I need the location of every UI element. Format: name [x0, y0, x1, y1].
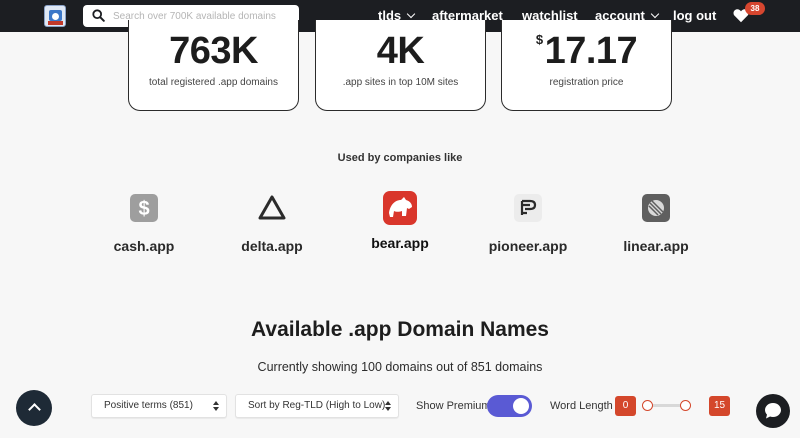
company-cash-app[interactable]: $ cash.app	[89, 193, 199, 254]
select-arrows-icon	[385, 401, 391, 412]
stat-card-top-sites: 4K .app sites in top 10M sites	[315, 20, 486, 111]
cash-app-icon: $	[130, 194, 158, 222]
stat-card-price: $17.17 registration price	[501, 20, 672, 111]
chevron-down-icon	[406, 9, 416, 19]
favorites-count-badge: 38	[745, 2, 765, 15]
currency-symbol: $	[535, 32, 543, 47]
company-delta-app[interactable]: delta.app	[217, 193, 327, 254]
company-name: pioneer.app	[488, 238, 568, 254]
chevron-down-icon	[650, 9, 660, 19]
svg-text:$: $	[138, 198, 149, 220]
terms-select-value: Positive terms (851)	[104, 400, 193, 411]
word-length-max: 15	[709, 396, 730, 416]
scroll-to-top-button[interactable]	[16, 390, 52, 426]
stat-value-wrapper: $17.17	[502, 30, 671, 73]
show-premium-label: Show Premium	[416, 400, 491, 412]
stat-value: 763K	[169, 30, 258, 72]
company-linear-app[interactable]: linear.app	[601, 193, 711, 254]
company-name: delta.app	[241, 238, 303, 254]
site-logo[interactable]	[44, 5, 66, 27]
company-pioneer-app[interactable]: pioneer.app	[473, 193, 583, 254]
word-length-min-handle[interactable]	[642, 400, 653, 411]
word-length-max-handle[interactable]	[680, 400, 691, 411]
sort-select-value: Sort by Reg-TLD (High to Low)	[248, 400, 386, 411]
toggle-knob	[513, 398, 529, 414]
bear-app-icon	[383, 191, 417, 225]
stat-label: total registered .app domains	[149, 77, 278, 88]
listing-title: Available .app Domain Names	[251, 318, 549, 341]
chat-bubble-icon	[765, 403, 781, 419]
select-arrows-icon	[213, 401, 219, 412]
company-name: cash.app	[113, 238, 175, 254]
company-name: bear.app	[371, 235, 429, 251]
company-bear-app[interactable]: bear.app	[345, 191, 455, 251]
stat-card-registered: 763K total registered .app domains	[128, 20, 299, 111]
word-length-label: Word Length	[550, 400, 613, 412]
stat-value: 17.17	[544, 30, 638, 72]
stat-label: registration price	[549, 77, 624, 88]
sort-select[interactable]: Sort by Reg-TLD (High to Low)	[235, 394, 399, 418]
pioneer-app-icon	[514, 194, 542, 222]
linear-app-icon	[642, 194, 670, 222]
stat-value: 4K	[376, 30, 425, 72]
delta-app-icon	[258, 195, 286, 220]
listing-subtitle: Currently showing 100 domains out of 851…	[257, 360, 543, 374]
company-name: linear.app	[623, 238, 689, 254]
stat-label: .app sites in top 10M sites	[342, 77, 459, 88]
used-by-title: Used by companies like	[337, 152, 463, 164]
search-icon	[92, 9, 105, 22]
nav-logout[interactable]: log out	[673, 0, 716, 32]
terms-select[interactable]: Positive terms (851)	[91, 394, 227, 418]
show-premium-toggle[interactable]	[487, 395, 532, 417]
chat-button[interactable]	[756, 394, 790, 428]
word-length-min: 0	[615, 396, 636, 416]
